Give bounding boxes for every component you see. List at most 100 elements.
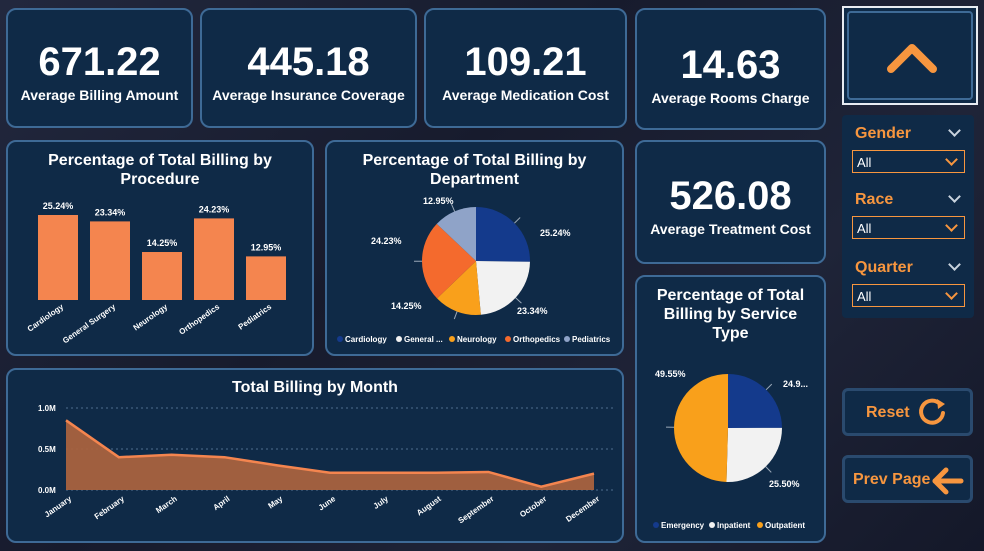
- kpi-card-insurance: 445.18 Average Insurance Coverage: [200, 8, 417, 128]
- procedure-bar-chart: 25.24% Cardiology 23.34% General Surgery 14.…: [26, 201, 286, 345]
- x-tick-label: January: [43, 494, 74, 519]
- leader-line: [514, 217, 521, 224]
- leader-line: [765, 466, 772, 473]
- legend-marker: [505, 336, 511, 342]
- slice-value-label: 23.34%: [517, 306, 548, 316]
- legend-label: General ...: [404, 335, 443, 344]
- pie-slice: [476, 207, 530, 262]
- x-tick-label: February: [93, 494, 127, 521]
- legend-label: Neurology: [457, 335, 497, 344]
- y-tick-label: 0.0M: [38, 486, 56, 495]
- kpi-value: 671.22: [38, 40, 161, 84]
- legend-marker: [653, 522, 659, 528]
- chevron-down-icon[interactable]: [948, 258, 961, 271]
- chevron-up-icon: [887, 44, 937, 73]
- slicer-quarter-label: Quarter: [855, 259, 913, 276]
- x-tick-label: March: [154, 494, 179, 515]
- bar: [194, 218, 234, 300]
- quarter-select[interactable]: All: [852, 284, 965, 307]
- gender-select[interactable]: All: [852, 150, 965, 173]
- slice-value-label: 24.23%: [371, 236, 402, 246]
- x-tick-label: Cardiology: [26, 302, 66, 334]
- kpi-label: Average Billing Amount: [20, 87, 179, 103]
- bar-value-label: 12.95%: [251, 242, 282, 252]
- legend-marker: [449, 336, 455, 342]
- slicer-gender-label: Gender: [855, 125, 912, 142]
- slice-value-label: 25.24%: [540, 228, 571, 238]
- leader-line: [453, 311, 458, 320]
- slice-value-label: 49.55%: [655, 369, 686, 379]
- service-type-pie-chart-card: Percentage of Total Billing by Service T…: [635, 275, 826, 543]
- service-type-pie-chart: 24.9... 25.50% 49.55% Emergency Inpatient Out…: [653, 369, 808, 530]
- procedure-bar-chart-card: Percentage of Total Billing by Procedure…: [6, 140, 314, 356]
- kpi-label: Average Treatment Cost: [650, 221, 811, 237]
- legend-marker: [709, 522, 715, 528]
- reset-label: Reset: [866, 404, 910, 421]
- legend-label: Pediatrics: [572, 335, 611, 344]
- chevron-down-icon[interactable]: [948, 124, 961, 137]
- leader-line: [515, 297, 522, 304]
- refresh-icon: [919, 398, 945, 425]
- bar-value-label: 25.24%: [43, 201, 74, 211]
- x-tick-label: April: [211, 494, 231, 512]
- x-tick-label: June: [317, 494, 338, 512]
- x-tick-label: August: [415, 494, 443, 517]
- kpi-card-billing: 671.22 Average Billing Amount: [6, 8, 193, 128]
- dropdown-arrow-icon: [945, 287, 958, 300]
- pie-slice: [726, 427, 782, 482]
- kpi-label: Average Medication Cost: [442, 87, 609, 103]
- pie-slice: [673, 374, 728, 482]
- legend-label: Cardiology: [345, 335, 387, 344]
- kpi-card-medication: 109.21 Average Medication Cost: [424, 8, 627, 128]
- bar-value-label: 24.23%: [199, 204, 230, 214]
- monthly-billing-area-chart: 1.0M 0.5M 0.0MJanuary February March April May…: [38, 404, 614, 525]
- kpi-label: Average Rooms Charge: [651, 90, 810, 106]
- prev-page-label: Prev Page: [853, 471, 931, 488]
- kpi-label: Average Insurance Coverage: [212, 87, 405, 103]
- x-tick-label: September: [457, 494, 496, 525]
- leader-line: [765, 383, 773, 391]
- x-tick-label: Pediatrics: [237, 302, 274, 332]
- kpi-value: 445.18: [247, 40, 370, 84]
- reset-button[interactable]: Reset: [842, 388, 973, 436]
- y-tick-label: 1.0M: [38, 404, 56, 413]
- gender-select-value: All: [857, 155, 872, 170]
- bar: [38, 215, 78, 300]
- kpi-value: 109.21: [464, 40, 587, 84]
- legend-label: Inpatient: [717, 521, 751, 530]
- kpi-value: 526.08: [669, 174, 792, 218]
- dropdown-arrow-icon: [945, 219, 958, 232]
- department-pie-chart: 25.24% 23.34% 14.25% 24.23% 12.95% Cardiology…: [337, 196, 611, 344]
- legend-label: Orthopedics: [513, 335, 561, 344]
- y-tick-label: 0.5M: [38, 445, 56, 454]
- race-select[interactable]: All: [852, 216, 965, 239]
- monthly-billing-area-chart-card: Total Billing by Month 1.0M 0.5M 0.0M Janua…: [6, 368, 624, 543]
- slicer-panel: Gender All Race All Quarter All: [842, 115, 974, 318]
- page-nav-up-button[interactable]: [842, 6, 978, 105]
- bar-value-label: 14.25%: [147, 238, 178, 248]
- x-tick-label: General Surgery: [61, 302, 118, 345]
- arrow-left-icon: [932, 467, 964, 495]
- quarter-select-value: All: [857, 289, 872, 304]
- slice-value-label: 24.9...: [783, 379, 808, 389]
- bar: [90, 221, 130, 300]
- kpi-value: 14.63: [680, 43, 781, 87]
- x-tick-label: May: [266, 494, 284, 511]
- slice-value-label: 12.95%: [423, 196, 454, 206]
- legend-label: Outpatient: [765, 521, 805, 530]
- kpi-card-treatment: 526.08 Average Treatment Cost: [635, 140, 826, 264]
- dropdown-arrow-icon: [945, 153, 958, 166]
- prev-page-button[interactable]: Prev Page: [842, 455, 973, 503]
- legend-marker: [564, 336, 570, 342]
- x-tick-label: October: [518, 494, 548, 519]
- chevron-down-icon[interactable]: [948, 190, 961, 203]
- legend-marker: [757, 522, 763, 528]
- slice-value-label: 25.50%: [769, 479, 800, 489]
- kpi-card-rooms: 14.63 Average Rooms Charge: [635, 8, 826, 130]
- legend-label: Emergency: [661, 521, 705, 530]
- legend-marker: [396, 336, 402, 342]
- bar: [142, 252, 182, 300]
- slicer-race-label: Race: [855, 191, 894, 208]
- x-tick-label: Neurology: [132, 302, 170, 332]
- bar-value-label: 23.34%: [95, 207, 126, 217]
